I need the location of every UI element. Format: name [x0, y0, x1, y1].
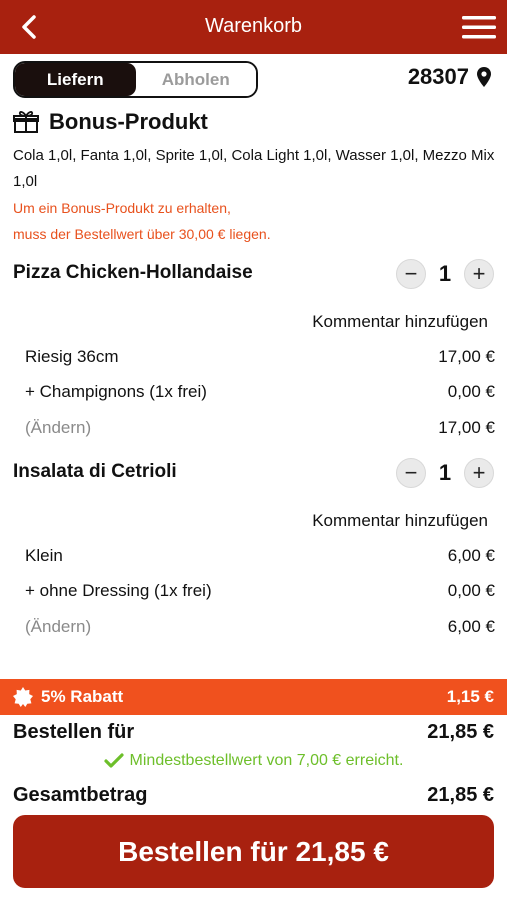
bonus-items-line: 1,0l — [13, 173, 38, 190]
discount-label-group: 5% Rabatt — [13, 687, 123, 707]
option-label: Klein — [25, 546, 63, 565]
change-item-link[interactable]: (Ändern) — [25, 617, 91, 641]
total-label: Gesamtbetrag — [13, 784, 148, 806]
checkmark-icon — [103, 753, 124, 768]
hamburger-menu-icon — [462, 16, 496, 39]
option-pickup[interactable]: Abholen — [135, 63, 256, 96]
quantity-stepper: − 1 + — [396, 259, 494, 289]
total-row: Gesamtbetrag 21,85 € — [13, 784, 494, 807]
option-line: + Champignons (1x frei) 0,00 € — [25, 382, 495, 406]
option-price: 0,00 € — [447, 382, 495, 401]
option-line: Klein 6,00 € — [25, 546, 495, 570]
min-order-message: Mindestbestellwert von 7,00 € erreicht. — [0, 752, 507, 770]
badge-icon — [13, 687, 33, 707]
bonus-note-line: muss der Bestellwert über 30,00 € liegen… — [13, 226, 271, 242]
quantity-value: 1 — [438, 261, 452, 286]
option-price: 0,00 € — [447, 581, 495, 600]
quantity-value: 1 — [438, 460, 452, 485]
item-subtotal: 6,00 € — [447, 617, 495, 636]
place-order-button[interactable]: Bestellen für 21,85 € — [13, 815, 494, 888]
bonus-note: Um ein Bonus-Produkt zu erhalten, muss d… — [13, 195, 271, 247]
option-line: + ohne Dressing (1x frei) 0,00 € — [25, 581, 495, 605]
bonus-heading: Bonus-Produkt — [13, 109, 208, 135]
option-line: Riesig 36cm 17,00 € — [25, 347, 495, 371]
add-comment-link[interactable]: Kommentar hinzufügen — [312, 312, 488, 332]
app-header: Warenkorb — [0, 0, 507, 54]
change-item-link[interactable]: (Ändern) — [25, 418, 91, 442]
option-deliver[interactable]: Liefern — [15, 63, 136, 96]
discount-label: 5% Rabatt — [41, 687, 124, 706]
zip-location[interactable]: 28307 — [408, 64, 491, 90]
option-label: + Champignons (1x frei) — [25, 382, 207, 401]
option-line: (Ändern) 17,00 € — [25, 418, 495, 442]
decrease-quantity-button[interactable]: − — [396, 458, 426, 488]
item-subtotal: 17,00 € — [438, 418, 495, 437]
option-price: 17,00 € — [438, 347, 495, 366]
product-name: Pizza Chicken-Hollandaise — [13, 262, 253, 283]
order-for-label: Bestellen für — [13, 721, 135, 743]
order-for-value: 21,85 € — [427, 721, 494, 743]
decrease-quantity-button[interactable]: − — [396, 259, 426, 289]
zip-code: 28307 — [407, 64, 469, 89]
add-comment-link[interactable]: Kommentar hinzufügen — [312, 511, 488, 531]
gift-icon — [13, 111, 39, 133]
product-name: Insalata di Cetrioli — [13, 461, 177, 482]
option-line: (Ändern) 6,00 € — [25, 617, 495, 641]
bonus-note-line: Um ein Bonus-Produkt zu erhalten, — [13, 200, 231, 216]
option-price: 6,00 € — [447, 546, 495, 565]
option-label: + ohne Dressing (1x frei) — [25, 581, 212, 600]
increase-quantity-button[interactable]: + — [464, 259, 494, 289]
delivery-mode-toggle: Liefern Abholen — [13, 61, 258, 98]
order-for-row: Bestellen für 21,85 € — [13, 721, 494, 744]
option-label: Riesig 36cm — [25, 347, 119, 366]
quantity-stepper: − 1 + — [396, 458, 494, 488]
menu-button[interactable] — [461, 13, 497, 41]
location-pin-icon — [477, 67, 491, 87]
min-order-text: Mindestbestellwert von 7,00 € erreicht. — [129, 752, 404, 769]
page-title: Warenkorb — [204, 15, 303, 37]
discount-bar: 5% Rabatt 1,15 € — [0, 679, 507, 715]
total-value: 21,85 € — [427, 784, 494, 806]
increase-quantity-button[interactable]: + — [464, 458, 494, 488]
bonus-items-line: Cola 1,0l, Fanta 1,0l, Sprite 1,0l, Cola… — [13, 147, 495, 164]
discount-amount: 1,15 € — [446, 687, 494, 706]
bonus-products-list: Cola 1,0l, Fanta 1,0l, Sprite 1,0l, Cola… — [13, 143, 498, 195]
bonus-title: Bonus-Produkt — [49, 109, 208, 134]
